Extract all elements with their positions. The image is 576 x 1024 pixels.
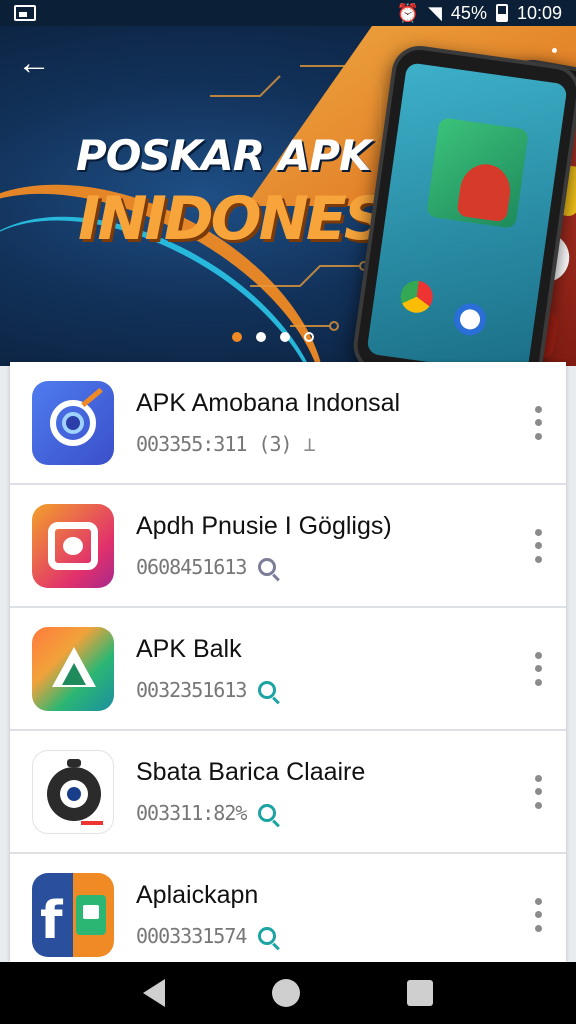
app-name: APK Balk xyxy=(136,635,242,663)
carousel-dot[interactable] xyxy=(232,332,242,342)
hero-banner[interactable]: ← POSKAR APK INIDONESIA 35 xyxy=(0,26,576,366)
pin-icon: ⊥ xyxy=(303,432,316,456)
target-icon xyxy=(32,380,114,465)
app-name: Aplaickapn xyxy=(136,881,259,909)
status-right: ⏰ ◥ 45% 10:09 xyxy=(397,3,562,24)
camera-lens-icon xyxy=(32,749,114,834)
app-tag: (3) xyxy=(258,432,292,456)
facebook-store-icon: f xyxy=(32,872,114,957)
nav-home-icon[interactable] xyxy=(271,979,300,1007)
item-menu-icon[interactable] xyxy=(532,897,544,932)
item-menu-icon[interactable] xyxy=(532,774,544,809)
battery-icon xyxy=(495,4,508,22)
back-arrow-icon[interactable]: ← xyxy=(14,44,54,84)
banner-title: POSKAR APK xyxy=(76,131,372,180)
app-code: 003355:311 xyxy=(136,432,247,456)
system-nav-bar xyxy=(0,962,576,1024)
alarm-icon: ⏰ xyxy=(396,2,420,23)
item-menu-icon[interactable] xyxy=(532,528,544,563)
browser-icon xyxy=(451,301,489,338)
app-name: APK Amobana Indonsal xyxy=(136,389,401,417)
search-icon xyxy=(258,681,277,699)
status-bar: ⏰ ◥ 45% 10:09 xyxy=(0,0,576,26)
search-icon xyxy=(258,558,277,576)
battery-percent: 45% xyxy=(450,2,487,23)
search-icon xyxy=(258,927,277,945)
list-item[interactable]: Sbata Barica Claaire 003311:82% xyxy=(10,731,566,854)
app-code: 003311:82% xyxy=(136,801,247,825)
search-icon xyxy=(258,804,277,822)
carousel-dot[interactable] xyxy=(304,332,314,342)
list-item[interactable]: APK Balk 0032351613 xyxy=(10,608,566,731)
clock: 10:09 xyxy=(516,2,562,23)
list-item[interactable]: Apdh Pnusie I Gögligs) 0608451613 xyxy=(10,485,566,608)
app-name: Sbata Barica Claaire xyxy=(136,758,366,786)
list-item[interactable]: APK Amobana Indonsal 003355:311 (3) ⊥ xyxy=(10,362,566,485)
carousel-dot[interactable] xyxy=(280,332,290,342)
app-code: 0003331574 xyxy=(136,924,247,948)
item-menu-icon[interactable] xyxy=(532,651,544,686)
chrome-icon xyxy=(398,278,435,315)
app-code: 0608451613 xyxy=(136,555,247,579)
nav-back-icon[interactable] xyxy=(143,979,166,1007)
play-logo-icon xyxy=(32,626,114,711)
wifi-icon: ◥ xyxy=(428,2,442,23)
carousel-dot[interactable] xyxy=(256,332,266,342)
app-list: APK Amobana Indonsal 003355:311 (3) ⊥ Ap… xyxy=(10,362,566,962)
nav-recents-icon[interactable] xyxy=(406,980,433,1006)
app-code: 0032351613 xyxy=(136,678,247,702)
list-item[interactable]: f Aplaickapn 0003331574 xyxy=(10,854,566,962)
gallery-icon xyxy=(14,5,36,21)
carousel-indicator xyxy=(232,332,314,342)
frame-icon xyxy=(32,503,114,588)
item-menu-icon[interactable] xyxy=(532,405,544,440)
app-name: Apdh Pnusie I Gögligs) xyxy=(136,512,392,540)
